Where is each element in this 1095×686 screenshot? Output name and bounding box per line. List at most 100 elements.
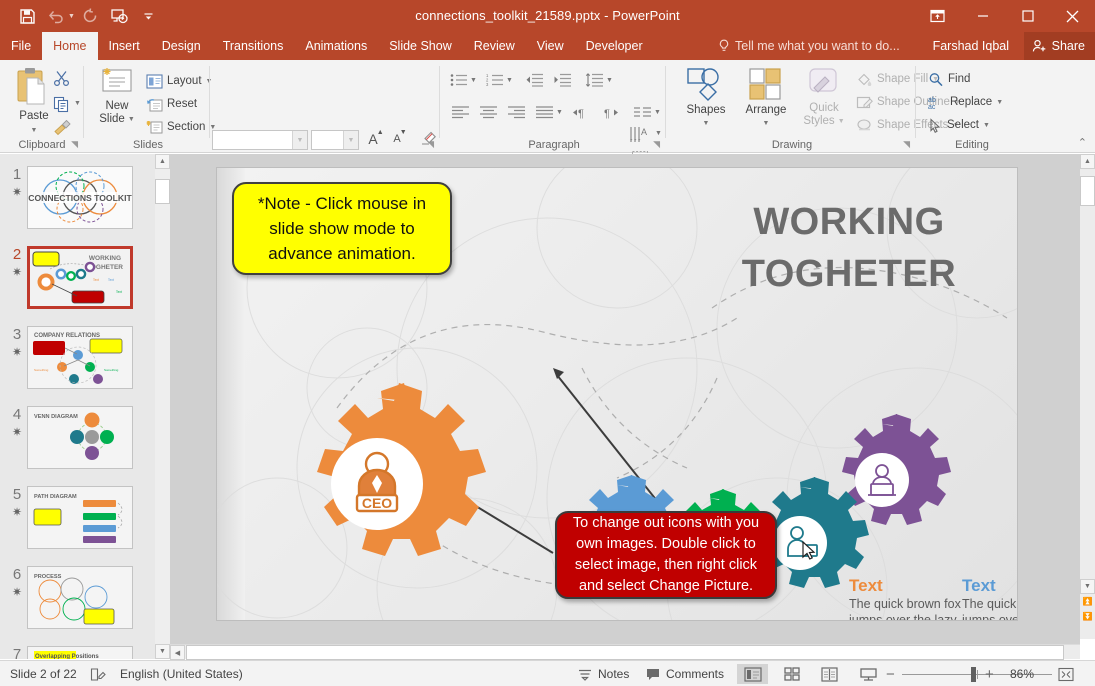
cut-button[interactable] xyxy=(50,67,72,89)
horizontal-scroll-thumb[interactable] xyxy=(186,645,1064,660)
select-button[interactable]: Select ▼ xyxy=(928,114,990,136)
tab-review[interactable]: Review xyxy=(463,32,526,60)
thumbnail-scroll-up-button[interactable]: ▲ xyxy=(155,154,170,169)
tab-design[interactable]: Design xyxy=(151,32,212,60)
thumbnail-preview[interactable]: Overlapping Positions xyxy=(27,646,133,659)
shapes-button[interactable]: Shapes ▼ xyxy=(678,66,734,130)
replace-button[interactable]: ab ac Replace ▼ xyxy=(928,91,1003,113)
tab-insert[interactable]: Insert xyxy=(98,32,151,60)
tab-view[interactable]: View xyxy=(526,32,575,60)
thumbnail-preview[interactable]: COMPANY RELATIONS Something Something xyxy=(27,326,133,389)
quick-styles-dropdown-icon[interactable]: ▼ xyxy=(838,115,845,128)
increase-font-size-button[interactable]: A ▲ xyxy=(366,129,386,149)
red-note-callout[interactable]: To change out icons with you own images.… xyxy=(555,511,777,599)
thumbnail-preview[interactable]: PROCESS xyxy=(27,566,133,629)
arrange-button[interactable]: Arrange ▼ xyxy=(738,66,794,130)
line-spacing-button[interactable] xyxy=(582,70,606,90)
language-indicator[interactable]: English (United States) xyxy=(120,661,243,686)
scroll-down-button[interactable]: ▼ xyxy=(1080,579,1095,594)
bullets-dropdown-icon[interactable]: ▼ xyxy=(470,77,477,84)
columns-dropdown-icon[interactable]: ▼ xyxy=(654,109,661,116)
justify-button[interactable] xyxy=(532,102,556,122)
copy-button[interactable] xyxy=(50,93,72,115)
gear-ceo[interactable]: CEO xyxy=(317,383,486,556)
user-account-name[interactable]: Farshad Iqbal xyxy=(933,32,1009,60)
notes-button[interactable]: Notes xyxy=(578,661,629,686)
layout-button[interactable]: Layout ▼ xyxy=(146,70,212,92)
thumbnail-slide-2[interactable]: 2 ✷ WORKING TOGHETER Text Text Text xyxy=(0,246,170,312)
slide-editing-area[interactable]: CEO WORKING TOGHETER Text The quick brow… xyxy=(170,154,1080,659)
reading-view-button[interactable] xyxy=(814,664,845,684)
paragraph-dialog-launcher[interactable]: ◥ xyxy=(653,139,660,150)
customize-qat-icon[interactable] xyxy=(136,3,162,29)
align-left-button[interactable] xyxy=(448,102,472,122)
thumbnail-slide-6[interactable]: 6 ✷ PROCESS xyxy=(0,566,170,632)
thumbnail-preview[interactable]: WORKING TOGHETER Text Text Text Text xyxy=(27,246,133,309)
undo-icon[interactable] xyxy=(43,3,69,29)
align-right-button[interactable] xyxy=(504,102,528,122)
slide-sorter-view-button[interactable] xyxy=(776,664,807,684)
thumbnail-slide-3[interactable]: 3 ✷ COMPANY RELATIONS Something Somethin… xyxy=(0,326,170,392)
scroll-up-button[interactable]: ▲ xyxy=(1080,154,1095,169)
fit-slide-to-window-button[interactable] xyxy=(1058,661,1074,686)
line-spacing-dropdown-icon[interactable]: ▼ xyxy=(606,77,613,84)
font-size-combobox[interactable]: ▼ xyxy=(311,130,359,150)
clipboard-dialog-launcher[interactable]: ◥ xyxy=(71,139,78,150)
slide-horizontal-scrollbar[interactable]: ◀ xyxy=(170,644,1080,660)
select-dropdown-icon[interactable]: ▼ xyxy=(983,122,990,129)
thumbnail-preview[interactable]: PATH DIAGRAM xyxy=(27,486,133,549)
replace-dropdown-icon[interactable]: ▼ xyxy=(996,99,1003,106)
thumbnail-preview[interactable]: VENN DIAGRAM xyxy=(27,406,133,469)
tab-developer[interactable]: Developer xyxy=(575,32,654,60)
slideshow-view-button[interactable] xyxy=(853,664,884,684)
text-block-2[interactable]: Text The quick brown fox jumps over the … xyxy=(962,576,1017,620)
reset-button[interactable]: Reset xyxy=(146,93,197,115)
zoom-slider-handle[interactable] xyxy=(971,667,976,682)
thumbnail-scrollbar[interactable]: ▲ ▼ xyxy=(155,154,170,659)
text-block-1[interactable]: Text The quick brown fox jumps over the … xyxy=(849,576,967,620)
slide-counter[interactable]: Slide 2 of 22 xyxy=(10,661,77,686)
section-button[interactable]: Section ▼ xyxy=(146,116,216,138)
current-slide[interactable]: CEO WORKING TOGHETER Text The quick brow… xyxy=(217,168,1017,620)
slide-title[interactable]: WORKING TOGHETER xyxy=(699,196,999,300)
decrease-indent-button[interactable] xyxy=(522,70,546,90)
thumbnail-slide-7[interactable]: 7 Overlapping Positions xyxy=(0,646,170,659)
new-slide-dropdown-icon[interactable]: ▼ xyxy=(128,113,135,126)
undo-dropdown-icon[interactable]: ▼ xyxy=(68,13,75,20)
scroll-left-button[interactable]: ◀ xyxy=(170,645,185,660)
clear-all-formatting-button[interactable] xyxy=(418,129,438,149)
ribbon-display-options-button[interactable] xyxy=(915,0,960,32)
gear-developer[interactable] xyxy=(842,414,951,525)
numbering-dropdown-icon[interactable]: ▼ xyxy=(506,77,513,84)
tab-animations[interactable]: Animations xyxy=(294,32,378,60)
close-button[interactable] xyxy=(1050,0,1095,32)
next-slide-button[interactable]: ⏬ xyxy=(1080,609,1095,624)
tab-transitions[interactable]: Transitions xyxy=(212,32,295,60)
vertical-scroll-thumb[interactable] xyxy=(1080,176,1095,206)
text-direction-button[interactable]: A xyxy=(626,122,654,146)
columns-button[interactable] xyxy=(630,102,654,122)
align-center-button[interactable] xyxy=(476,102,500,122)
tab-home[interactable]: Home xyxy=(42,32,98,60)
justify-dropdown-icon[interactable]: ▼ xyxy=(556,109,563,116)
text-direction-rtl-button[interactable]: ¶ xyxy=(600,102,626,122)
shapes-dropdown-icon[interactable]: ▼ xyxy=(703,117,710,130)
maximize-button[interactable] xyxy=(1005,0,1050,32)
quick-styles-button[interactable]: Quick Styles ▼ xyxy=(796,66,852,128)
slide-thumbnail-pane[interactable]: 1 ✷ CONNECTIONS TOOLKIT 2 ✷ WORKING TOGH… xyxy=(0,154,170,659)
zoom-in-button[interactable]: + xyxy=(985,661,994,686)
previous-slide-button[interactable]: ⏫ xyxy=(1080,594,1095,609)
collapse-ribbon-button[interactable]: ⌃ xyxy=(1078,136,1087,149)
decrease-font-size-button[interactable]: A ▼ xyxy=(390,129,410,149)
text-direction-ltr-button[interactable]: ¶ xyxy=(570,102,596,122)
format-painter-button[interactable] xyxy=(50,116,74,138)
slide-vertical-scrollbar[interactable]: ▲ ▼ ⏫ ⏬ xyxy=(1080,154,1095,639)
arrange-dropdown-icon[interactable]: ▼ xyxy=(763,117,770,130)
tab-file[interactable]: File xyxy=(0,32,42,60)
tab-slide-show[interactable]: Slide Show xyxy=(378,32,463,60)
font-name-dropdown-icon[interactable]: ▼ xyxy=(292,131,307,149)
paste-dropdown-icon[interactable]: ▼ xyxy=(31,124,38,137)
new-slide-button[interactable]: New Slide ▼ xyxy=(92,66,142,126)
zoom-level-label[interactable]: 86% xyxy=(1010,661,1034,686)
thumbnail-slide-5[interactable]: 5 ✷ PATH DIAGRAM xyxy=(0,486,170,552)
